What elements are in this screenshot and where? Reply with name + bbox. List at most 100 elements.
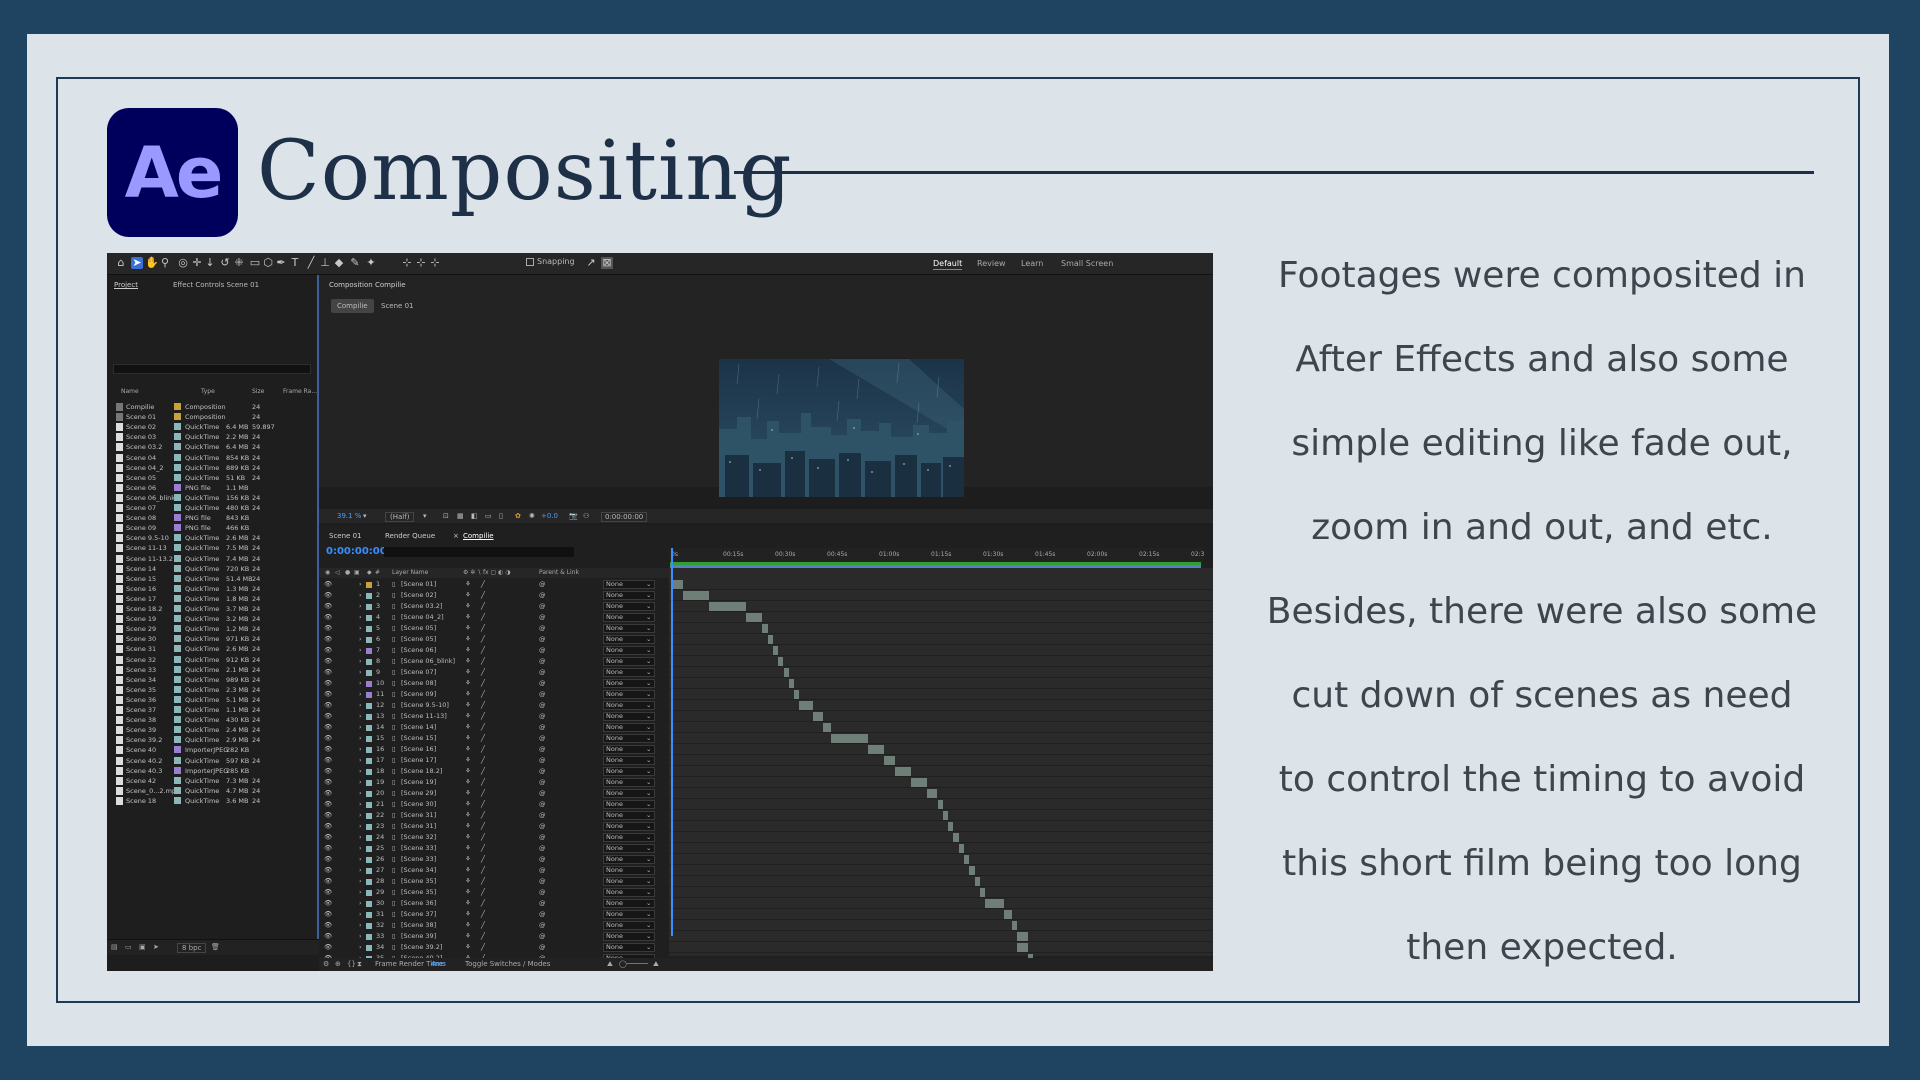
- toggle-switches-modes[interactable]: Toggle Switches / Modes: [465, 960, 550, 968]
- resolution-select[interactable]: (Half): [385, 512, 415, 522]
- zoom-out-icon[interactable]: ⛰: [607, 960, 613, 969]
- roto-brush-icon[interactable]: ✎: [349, 257, 361, 269]
- parent-pickwhip-icon[interactable]: @: [539, 755, 546, 766]
- expand-chevron-icon[interactable]: ›: [359, 898, 362, 909]
- column-type[interactable]: Type: [201, 388, 215, 395]
- layer-switches-toggle-icon[interactable]: ⚙: [323, 960, 329, 968]
- timeline-layer-row[interactable]: 👁 › 32 ▯ [Scene 38] ⚘ ╱ @ None ⌄: [319, 920, 669, 931]
- layer-label-swatch[interactable]: [366, 945, 372, 951]
- parent-select[interactable]: None ⌄: [603, 657, 655, 666]
- eye-icon[interactable]: 👁: [324, 634, 332, 645]
- parent-pickwhip-icon[interactable]: @: [539, 920, 546, 931]
- expand-chevron-icon[interactable]: ›: [359, 788, 362, 799]
- layer-label-swatch[interactable]: [366, 626, 372, 632]
- parent-pickwhip-icon[interactable]: @: [539, 667, 546, 678]
- transfer-controls-icon[interactable]: ⊕: [335, 960, 341, 968]
- eye-icon[interactable]: 👁: [324, 898, 332, 909]
- expand-chevron-icon[interactable]: ›: [359, 667, 362, 678]
- quality-switch-icon[interactable]: ╱: [481, 799, 485, 810]
- quality-switch-icon[interactable]: ╱: [481, 777, 485, 788]
- parent-pickwhip-icon[interactable]: @: [539, 722, 546, 733]
- timeline-tab-compilie[interactable]: Compilie: [463, 532, 494, 540]
- quality-switch-icon[interactable]: ╱: [481, 744, 485, 755]
- parent-pickwhip-icon[interactable]: @: [539, 656, 546, 667]
- shy-switch-icon[interactable]: ⚘: [465, 898, 471, 909]
- eye-icon[interactable]: 👁: [324, 678, 332, 689]
- current-time-display[interactable]: 0:00:00:00: [601, 512, 648, 522]
- axis-view-icon[interactable]: ⊹: [429, 257, 441, 269]
- layer-name[interactable]: [Scene 18.2]: [401, 766, 442, 777]
- timeline-layer-row[interactable]: 👁 › 8 ▯ [Scene 06_blink] ⚘ ╱ @ None ⌄: [319, 656, 669, 667]
- exposure-value[interactable]: +0.0: [541, 512, 558, 520]
- expand-chevron-icon[interactable]: ›: [359, 942, 362, 953]
- layer-name[interactable]: [Scene 05]: [401, 623, 436, 634]
- parent-pickwhip-icon[interactable]: @: [539, 799, 546, 810]
- layer-label-swatch[interactable]: [366, 780, 372, 786]
- composition-tab[interactable]: Composition Compilie: [329, 281, 406, 289]
- dolly-tool-icon[interactable]: ↓: [204, 257, 216, 269]
- layer-label-swatch[interactable]: [366, 747, 372, 753]
- layer-label-swatch[interactable]: [366, 615, 372, 621]
- layer-duration-bar[interactable]: [1017, 932, 1028, 941]
- shy-switch-icon[interactable]: ⚘: [465, 920, 471, 931]
- label-color-swatch[interactable]: [174, 413, 181, 421]
- shy-switch-icon[interactable]: ⚘: [465, 656, 471, 667]
- timeline-layer-row[interactable]: 👁 › 29 ▯ [Scene 35] ⚘ ╱ @ None ⌄: [319, 887, 669, 898]
- layer-name[interactable]: [Scene 04_2]: [401, 612, 444, 623]
- timeline-layer-row[interactable]: 👁 › 3 ▯ [Scene 03.2] ⚘ ╱ @ None ⌄: [319, 601, 669, 612]
- expand-chevron-icon[interactable]: ›: [359, 711, 362, 722]
- timeline-layer-row[interactable]: 👁 › 28 ▯ [Scene 35] ⚘ ╱ @ None ⌄: [319, 876, 669, 887]
- timeline-layer-row[interactable]: 👁 › 33 ▯ [Scene 39] ⚘ ╱ @ None ⌄: [319, 931, 669, 942]
- shy-switch-icon[interactable]: ⚘: [465, 788, 471, 799]
- parent-pickwhip-icon[interactable]: @: [539, 909, 546, 920]
- layer-label-swatch[interactable]: [366, 703, 372, 709]
- quality-switch-icon[interactable]: ╱: [481, 854, 485, 865]
- shy-switch-icon[interactable]: ⚘: [465, 733, 471, 744]
- parent-pickwhip-icon[interactable]: @: [539, 821, 546, 832]
- parent-select[interactable]: None ⌄: [603, 712, 655, 721]
- parent-select[interactable]: None ⌄: [603, 921, 655, 930]
- timeline-layer-row[interactable]: 👁 › 10 ▯ [Scene 08] ⚘ ╱ @ None ⌄: [319, 678, 669, 689]
- timeline-layer-row[interactable]: 👁 › 21 ▯ [Scene 30] ⚘ ╱ @ None ⌄: [319, 799, 669, 810]
- shy-switch-icon[interactable]: ⚘: [465, 887, 471, 898]
- render-time-icon[interactable]: ⧗: [357, 960, 362, 969]
- label-color-swatch[interactable]: [174, 726, 181, 734]
- quality-switch-icon[interactable]: ╱: [481, 634, 485, 645]
- parent-select[interactable]: None ⌄: [603, 624, 655, 633]
- parent-pickwhip-icon[interactable]: @: [539, 898, 546, 909]
- label-color-swatch[interactable]: [174, 443, 181, 451]
- parent-pickwhip-icon[interactable]: @: [539, 645, 546, 656]
- layer-name[interactable]: [Scene 09]: [401, 689, 436, 700]
- eye-icon[interactable]: 👁: [324, 700, 332, 711]
- layer-label-swatch[interactable]: [366, 769, 372, 775]
- composition-viewer[interactable]: [719, 359, 964, 497]
- expand-chevron-icon[interactable]: ›: [359, 766, 362, 777]
- layer-label-swatch[interactable]: [366, 857, 372, 863]
- eye-icon[interactable]: 👁: [324, 854, 332, 865]
- label-color-swatch[interactable]: [174, 534, 181, 542]
- expand-chevron-icon[interactable]: ›: [359, 700, 362, 711]
- layer-label-swatch[interactable]: [366, 736, 372, 742]
- timeline-layer-row[interactable]: 👁 › 34 ▯ [Scene 39.2] ⚘ ╱ @ None ⌄: [319, 942, 669, 953]
- expand-chevron-icon[interactable]: ›: [359, 579, 362, 590]
- label-color-swatch[interactable]: [174, 645, 181, 653]
- label-color-swatch[interactable]: [174, 766, 181, 774]
- parent-select[interactable]: None ⌄: [603, 943, 655, 952]
- expand-chevron-icon[interactable]: ›: [359, 722, 362, 733]
- timeline-layer-row[interactable]: 👁 › 6 ▯ [Scene 05] ⚘ ╱ @ None ⌄: [319, 634, 669, 645]
- parent-select[interactable]: None ⌄: [603, 734, 655, 743]
- workspace-learn[interactable]: Learn: [1021, 259, 1043, 268]
- bit-depth-button[interactable]: 8 bpc: [177, 943, 207, 953]
- shy-switch-icon[interactable]: ⚘: [465, 700, 471, 711]
- eye-icon[interactable]: 👁: [324, 711, 332, 722]
- layer-name[interactable]: [Scene 01]: [401, 579, 436, 590]
- puppet-tool-icon[interactable]: ✦: [365, 257, 377, 269]
- label-color-swatch[interactable]: [174, 564, 181, 572]
- expand-chevron-icon[interactable]: ›: [359, 777, 362, 788]
- expand-chevron-icon[interactable]: ›: [359, 645, 362, 656]
- layer-label-swatch[interactable]: [366, 846, 372, 852]
- layer-duration-bar[interactable]: [1011, 921, 1018, 930]
- shy-switch-icon[interactable]: ⚘: [465, 766, 471, 777]
- label-color-swatch[interactable]: [174, 463, 181, 471]
- layer-label-swatch[interactable]: [366, 659, 372, 665]
